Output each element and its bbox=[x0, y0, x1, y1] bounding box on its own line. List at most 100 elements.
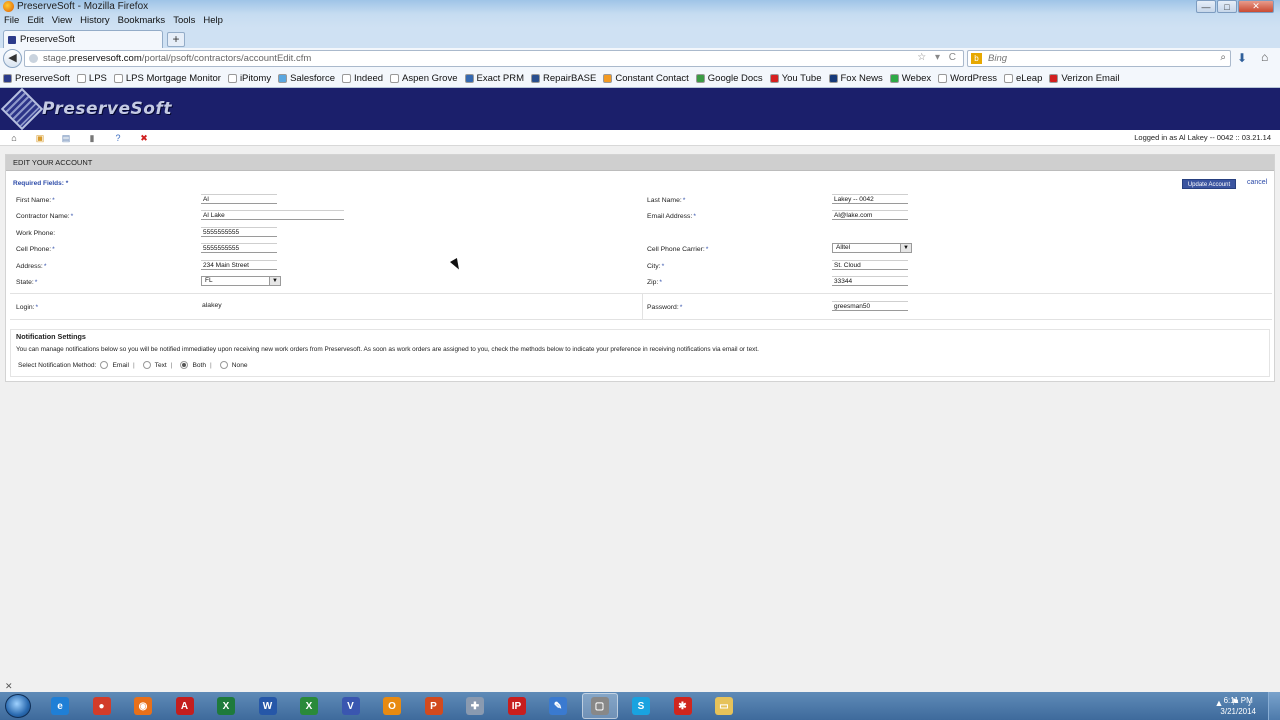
window-title-bar: PreserveSoft - Mozilla Firefox — □ ✕ bbox=[0, 0, 1280, 14]
explorer-icon: ▭ bbox=[715, 697, 733, 715]
cell-carrier-select[interactable]: Alltel ▼ bbox=[832, 243, 912, 253]
taskbar-chrome-button[interactable]: ● bbox=[84, 693, 120, 719]
bookmark-verizon-email[interactable]: Verizon Email bbox=[1049, 73, 1119, 84]
list-icon[interactable]: ▤ bbox=[61, 133, 71, 143]
taskbar-acrobat-button[interactable]: A bbox=[167, 693, 203, 719]
close-icon[interactable]: ✖ bbox=[139, 133, 149, 143]
bookmark-label: PreserveSoft bbox=[15, 73, 70, 84]
taskbar-word-button[interactable]: W bbox=[250, 693, 286, 719]
document-icon[interactable]: ▮ bbox=[87, 133, 97, 143]
window-controls: — □ ✕ bbox=[1195, 0, 1274, 13]
bookmark-exact-prm[interactable]: Exact PRM bbox=[464, 73, 524, 84]
option-text-label: Text bbox=[154, 361, 167, 369]
bookmark-aspen-grove[interactable]: Aspen Grove bbox=[390, 73, 458, 84]
state-select[interactable]: FL ▼ bbox=[201, 276, 281, 286]
notification-settings-box bbox=[10, 329, 1270, 377]
outlook-icon: O bbox=[383, 697, 401, 715]
bookmark-preservesoft[interactable]: PreserveSoft bbox=[3, 73, 70, 84]
close-window-button[interactable]: ✕ bbox=[1238, 0, 1274, 13]
url-bar[interactable]: stage.preservesoft.com/portal/psoft/cont… bbox=[24, 50, 964, 67]
home-icon[interactable]: ⌂ bbox=[1261, 50, 1268, 64]
site-identity-icon[interactable] bbox=[29, 54, 38, 63]
taskbar-window-app-button[interactable]: ▢ bbox=[581, 693, 618, 719]
taskbar-skype-button[interactable]: S bbox=[623, 693, 659, 719]
downloads-icon[interactable]: ⬇ bbox=[1237, 51, 1247, 65]
taskbar-pin-app-button[interactable]: ✚ bbox=[457, 693, 493, 719]
bookmark-wordpress[interactable]: WordPress bbox=[938, 73, 997, 84]
chevron-down-icon[interactable]: ▼ bbox=[269, 277, 280, 285]
taskbar-pen-app-button[interactable]: ✎ bbox=[540, 693, 576, 719]
taskbar-powerpoint-button[interactable]: P bbox=[416, 693, 452, 719]
option-email-label: Email bbox=[112, 361, 129, 369]
bookmark-constant-contact[interactable]: Constant Contact bbox=[603, 73, 689, 84]
taskbar-excel-button[interactable]: X bbox=[208, 693, 244, 719]
zip-field[interactable]: 33344 bbox=[832, 276, 908, 286]
menu-file[interactable]: File bbox=[4, 14, 19, 28]
taskbar-excel-2-button[interactable]: X bbox=[291, 693, 327, 719]
radio-both[interactable] bbox=[180, 361, 189, 369]
start-button[interactable] bbox=[5, 694, 31, 718]
bookmark-webex[interactable]: Webex bbox=[889, 73, 931, 84]
folder-icon[interactable]: ▣ bbox=[35, 133, 45, 143]
menu-edit[interactable]: Edit bbox=[27, 14, 43, 28]
search-bar[interactable]: b ⌕ bbox=[967, 50, 1231, 67]
menu-view[interactable]: View bbox=[52, 14, 72, 28]
bookmark-lps[interactable]: LPS bbox=[76, 73, 107, 84]
menu-bookmarks[interactable]: Bookmarks bbox=[118, 14, 166, 28]
maximize-button[interactable]: □ bbox=[1217, 0, 1237, 13]
radio-email[interactable] bbox=[100, 361, 109, 369]
bookmark-icon bbox=[227, 74, 237, 83]
splash-app-icon: ✱ bbox=[673, 697, 692, 715]
password-field[interactable]: greesman50 bbox=[832, 301, 908, 311]
minimize-button[interactable]: — bbox=[1196, 0, 1216, 13]
radio-none[interactable] bbox=[219, 361, 228, 369]
work-phone-field[interactable]: 5555555555 bbox=[201, 227, 277, 237]
bookmark-repairbase[interactable]: RepairBASE bbox=[531, 73, 596, 84]
taskbar-ip-app-button[interactable]: IP bbox=[499, 693, 535, 719]
search-icon[interactable]: ⌕ bbox=[1220, 52, 1226, 63]
bing-engine-icon[interactable]: b bbox=[971, 53, 982, 64]
update-account-button[interactable]: Update Account bbox=[1182, 179, 1236, 189]
menu-history[interactable]: History bbox=[80, 14, 110, 28]
city-field[interactable]: St. Cloud bbox=[832, 260, 908, 270]
bookmark-ipitomy[interactable]: iPitomy bbox=[227, 73, 271, 84]
cancel-link[interactable]: cancel bbox=[1247, 179, 1267, 186]
firefox-icon: ◉ bbox=[134, 697, 152, 715]
browser-tab[interactable]: PreserveSoft bbox=[3, 30, 163, 48]
last-name-field[interactable]: Lakey -- 0042 bbox=[832, 194, 908, 204]
new-tab-button[interactable]: + bbox=[167, 32, 185, 47]
taskbar-internet-explorer-button[interactable]: e bbox=[42, 693, 78, 719]
bookmark-label: Salesforce bbox=[290, 73, 335, 84]
taskbar-explorer-button[interactable]: ▭ bbox=[706, 693, 742, 719]
first-name-field[interactable]: Al bbox=[201, 194, 277, 204]
bookmark-eleap[interactable]: eLeap bbox=[1003, 73, 1042, 84]
menu-help[interactable]: Help bbox=[203, 14, 223, 28]
bookmark-icon bbox=[1049, 74, 1059, 83]
bookmark-salesforce[interactable]: Salesforce bbox=[278, 73, 335, 84]
address-field[interactable]: 234 Main Street bbox=[201, 260, 277, 270]
taskbar-clock[interactable]: 6:11 PM 3/21/2014 bbox=[1220, 695, 1256, 717]
bookmark-google-docs[interactable]: Google Docs bbox=[695, 73, 763, 84]
help-icon[interactable]: ? bbox=[113, 133, 123, 143]
chevron-down-icon[interactable]: ▼ bbox=[900, 244, 911, 252]
bookmark-fox-news[interactable]: Fox News bbox=[828, 73, 883, 84]
taskbar-outlook-button[interactable]: O bbox=[374, 693, 410, 719]
contractor-name-field[interactable]: Al Lake bbox=[201, 210, 344, 220]
search-input[interactable] bbox=[988, 53, 1188, 64]
close-addon-bar-icon[interactable]: ✕ bbox=[5, 681, 13, 692]
bookmark-indeed[interactable]: Indeed bbox=[341, 73, 383, 84]
bookmark-icon bbox=[889, 74, 899, 83]
show-desktop-button[interactable] bbox=[1268, 692, 1280, 720]
menu-tools[interactable]: Tools bbox=[173, 14, 195, 28]
bookmark-you-tube[interactable]: You Tube bbox=[769, 73, 822, 84]
taskbar-firefox-button[interactable]: ◉ bbox=[125, 693, 161, 719]
home-icon[interactable]: ⌂ bbox=[9, 133, 19, 143]
url-bar-controls[interactable]: ☆ ▾ C bbox=[917, 52, 959, 63]
radio-text[interactable] bbox=[142, 361, 151, 369]
bookmark-lps-mortgage-monitor[interactable]: LPS Mortgage Monitor bbox=[113, 73, 221, 84]
taskbar-visio-button[interactable]: V bbox=[333, 693, 369, 719]
taskbar-splash-app-button[interactable]: ✱ bbox=[665, 693, 701, 719]
cell-phone-field[interactable]: 5555555555 bbox=[201, 243, 277, 253]
back-button[interactable]: ◀ bbox=[3, 49, 22, 68]
email-field[interactable]: Al@lake.com bbox=[832, 210, 908, 220]
